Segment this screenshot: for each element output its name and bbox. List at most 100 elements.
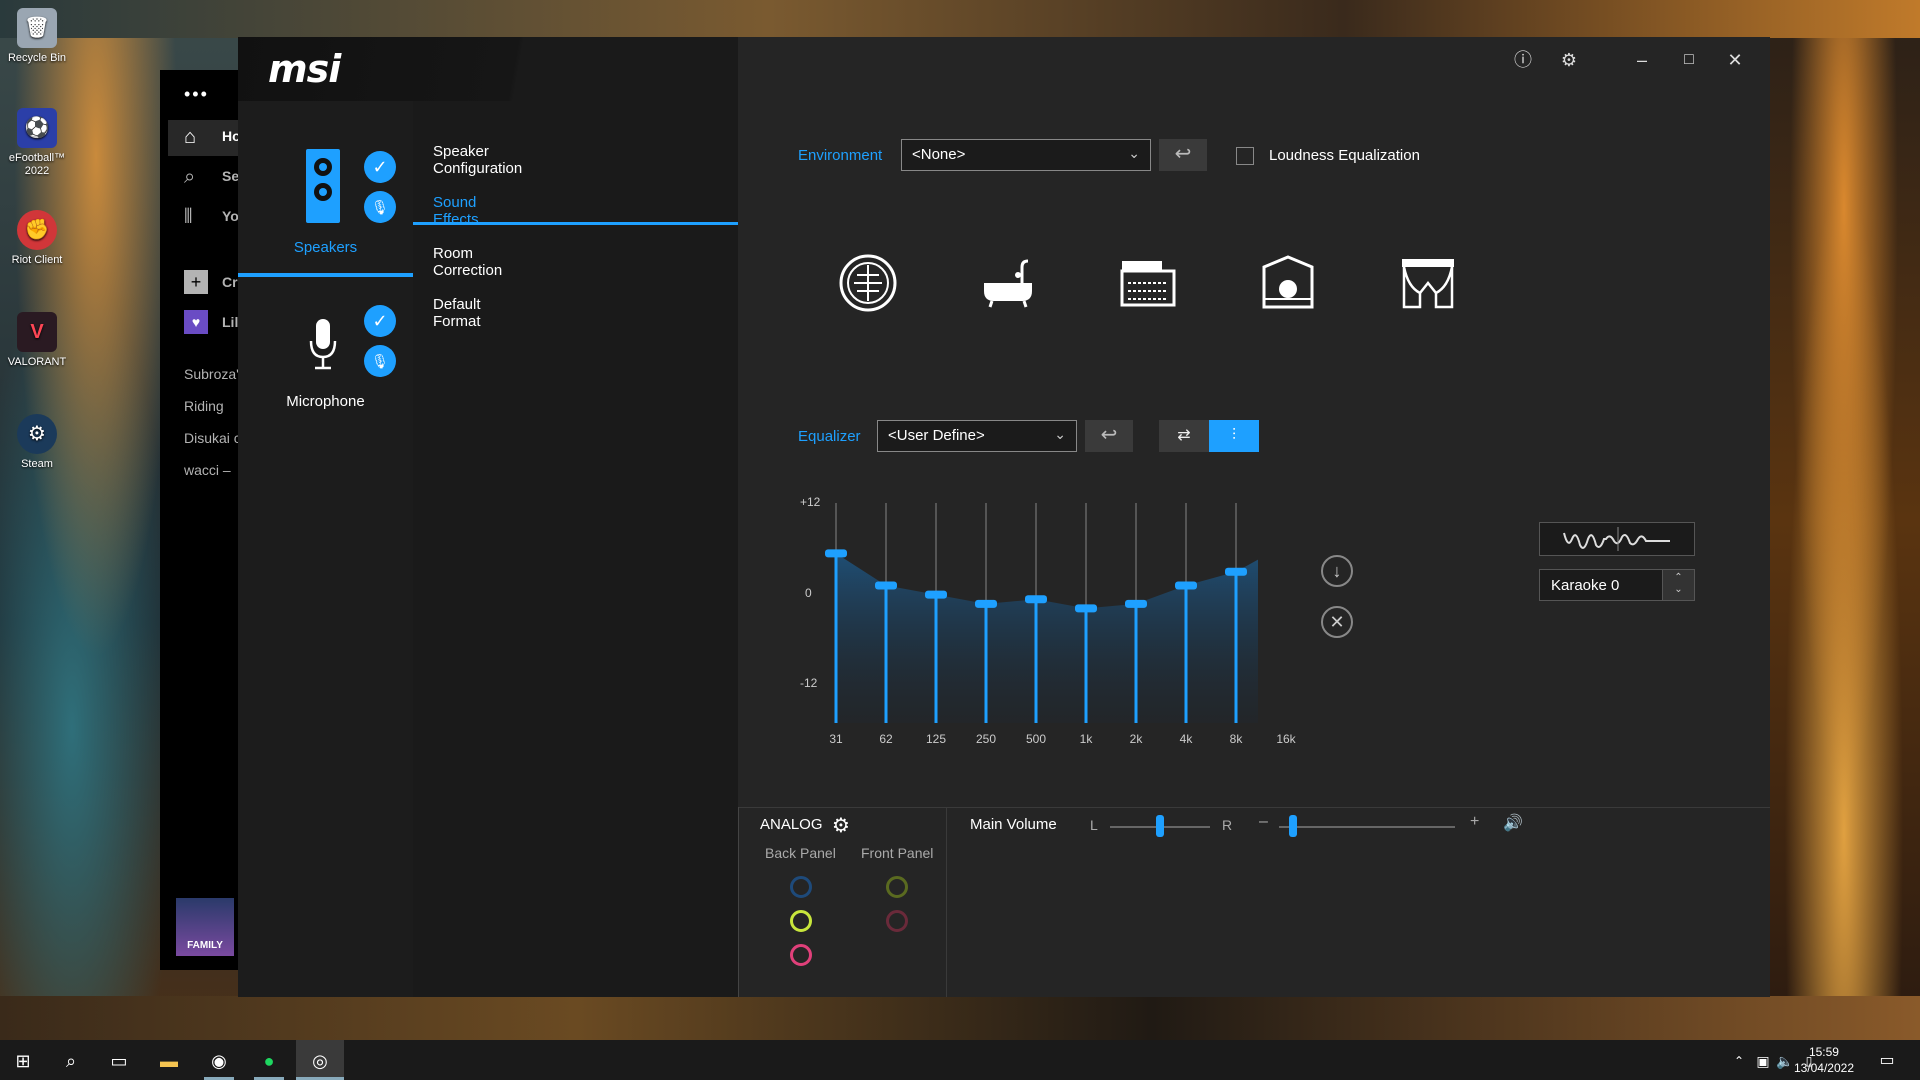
info-icon[interactable]: ⓘ <box>1508 45 1538 75</box>
volume-slider-track[interactable] <box>1279 826 1455 828</box>
back-panel-jack-blue[interactable] <box>790 876 812 898</box>
windows-start-icon[interactable]: ⊞ <box>10 1048 36 1074</box>
eq-band-thumb[interactable] <box>975 599 997 608</box>
eq-band-thumb[interactable] <box>1125 599 1147 608</box>
desktop-icon-valorant[interactable]: V VALORANT <box>6 312 68 369</box>
search-icon[interactable]: ⌕ <box>58 1048 84 1074</box>
eq-band-thumb[interactable] <box>875 581 897 590</box>
msi-logo: msi <box>268 47 341 91</box>
environment-select[interactable]: <None> ⌄ <box>901 139 1151 171</box>
desktop-icon-recycle-bin[interactable]: 🗑 Recycle Bin <box>6 8 68 65</box>
balance-left-label: L <box>1090 817 1098 833</box>
speakers-comm-icon[interactable]: 🎙 <box>364 191 396 223</box>
eq-band-thumb[interactable] <box>1025 595 1047 604</box>
microphone-comm-icon[interactable]: 🎙 <box>364 345 396 377</box>
microphone-icon <box>309 319 337 370</box>
volume-decrease-button[interactable]: – <box>1259 813 1268 831</box>
back-panel-jack-pink[interactable] <box>790 944 812 966</box>
chevron-down-icon: ⌄ <box>1054 426 1066 442</box>
playlist-item[interactable]: Disukai c <box>184 430 240 446</box>
equalizer-label: Equalizer <box>798 428 861 445</box>
equalizer-reset-button[interactable]: ↩ <box>1085 420 1133 452</box>
stage-icon[interactable] <box>1258 253 1318 313</box>
clear-icon[interactable]: ✕ <box>1321 606 1353 638</box>
loudness-equalization-checkbox[interactable] <box>1236 147 1254 165</box>
front-panel-jack-pink[interactable] <box>886 910 908 932</box>
chevron-down-icon[interactable]: ⌄ <box>1663 585 1694 600</box>
desktop-icon-efootball[interactable]: ⚽ eFootball™ 2022 <box>6 108 68 178</box>
eq-band-label: 62 <box>879 732 893 746</box>
volume-increase-button[interactable]: + <box>1470 813 1479 831</box>
eq-band-thumb[interactable] <box>1225 567 1247 576</box>
search-icon[interactable]: ⌕ <box>184 166 206 188</box>
playlist-item[interactable]: Subroza' <box>184 366 240 382</box>
eq-band-thumb[interactable] <box>825 549 847 558</box>
speakers-default-check-icon[interactable]: ✓ <box>364 151 396 183</box>
desktop-icon-riot-client[interactable]: ✊ Riot Client <box>6 210 68 267</box>
theater-icon[interactable] <box>1398 253 1458 313</box>
liked-songs-icon[interactable]: ♥ <box>184 310 208 334</box>
bathtub-icon[interactable] <box>978 253 1038 313</box>
notifications-icon[interactable]: ▭ <box>1874 1048 1900 1074</box>
volume-slider-thumb[interactable] <box>1289 815 1298 837</box>
room-icon[interactable] <box>1118 253 1178 313</box>
eq-band-label: 16k <box>1276 732 1296 746</box>
device-speakers-label: Speakers <box>293 239 358 256</box>
menu-default-format[interactable]: Default Format <box>433 296 481 330</box>
balance-slider-thumb[interactable] <box>1156 815 1164 837</box>
eq-y-min-label: -12 <box>800 676 818 690</box>
chevron-up-icon[interactable]: ⌃ <box>1726 1048 1752 1074</box>
playlist-item[interactable]: wacci – <box>184 462 240 478</box>
wallpaper-bottom <box>0 996 1920 1040</box>
taskbar: ⊞ ⌕ ▭ ▬ ◉ ● ◎ ⌃ ▣ 🔈 ▯ 15:59 13/04/2022 ▭ <box>0 1040 1920 1080</box>
steam-icon: ⚙ <box>17 414 57 454</box>
equalizer-bass-mode-button[interactable]: ⇄ <box>1159 420 1209 452</box>
equalizer-chart[interactable] <box>818 493 1258 733</box>
device-active-underline <box>238 273 413 277</box>
gear-icon[interactable]: ⚙ <box>1554 45 1584 75</box>
create-playlist-icon[interactable]: + <box>184 270 208 294</box>
back-panel-jack-green[interactable] <box>790 910 812 932</box>
eq-band-label: 125 <box>925 732 947 746</box>
spotify-icon[interactable]: ● <box>256 1048 282 1074</box>
recycle-bin-icon: 🗑 <box>17 8 57 48</box>
equalizer-sliders-mode-button[interactable]: ⫶ <box>1209 420 1259 452</box>
chrome-icon[interactable]: ◉ <box>206 1048 232 1074</box>
task-view-icon[interactable]: ▭ <box>106 1048 132 1074</box>
eq-band-label: 500 <box>1025 732 1047 746</box>
equalizer-select[interactable]: <User Define> ⌄ <box>877 420 1077 452</box>
eq-band-thumb[interactable] <box>925 590 947 599</box>
minimize-button[interactable]: – <box>1627 45 1657 75</box>
speaker-icon <box>306 149 340 223</box>
karaoke-wave-button[interactable] <box>1539 522 1695 556</box>
eq-band-label: 1k <box>1079 732 1093 746</box>
menu-room-correction[interactable]: Room Correction <box>433 245 502 279</box>
menu-speaker-configuration[interactable]: Speaker Configuration <box>433 143 522 177</box>
more-icon[interactable]: ••• <box>184 84 209 105</box>
taskbar-clock[interactable]: 15:59 13/04/2022 <box>1794 1044 1854 1076</box>
device-microphone-label: Microphone <box>286 393 365 410</box>
album-art[interactable]: FAMILY <box>176 898 234 956</box>
speaker-volume-icon[interactable]: 🔊 <box>1503 813 1523 833</box>
eq-band-thumb[interactable] <box>1075 604 1097 613</box>
bottom-vertical-divider <box>946 807 947 997</box>
analog-settings-icon[interactable]: ⚙ <box>832 813 850 838</box>
download-icon[interactable]: ↓ <box>1321 555 1353 587</box>
desktop-icon-steam[interactable]: ⚙ Steam <box>6 414 68 471</box>
sphere-icon[interactable] <box>838 253 898 313</box>
file-explorer-icon[interactable]: ▬ <box>156 1048 182 1074</box>
chevron-up-icon[interactable]: ⌃ <box>1663 570 1694 585</box>
microphone-default-check-icon[interactable]: ✓ <box>364 305 396 337</box>
menu-column <box>413 37 738 997</box>
eq-band-thumb[interactable] <box>1175 581 1197 590</box>
front-panel-jack-green[interactable] <box>886 876 908 898</box>
maximize-button[interactable]: □ <box>1674 45 1704 75</box>
library-icon[interactable]: ⫴ <box>184 206 206 228</box>
efootball-icon: ⚽ <box>17 108 57 148</box>
playlist-item[interactable]: Riding <box>184 398 240 414</box>
spotify-window: ••• ⌂ Ho ⌕ Se ⫴ Yo + Cr ♥ Lil Subroza' R… <box>160 70 241 970</box>
environment-reset-button[interactable]: ↩ <box>1159 139 1207 171</box>
close-button[interactable]: ✕ <box>1720 45 1750 75</box>
home-icon[interactable]: ⌂ <box>184 126 206 148</box>
karaoke-stepper[interactable]: Karaoke 0 ⌃ ⌄ <box>1539 569 1695 601</box>
